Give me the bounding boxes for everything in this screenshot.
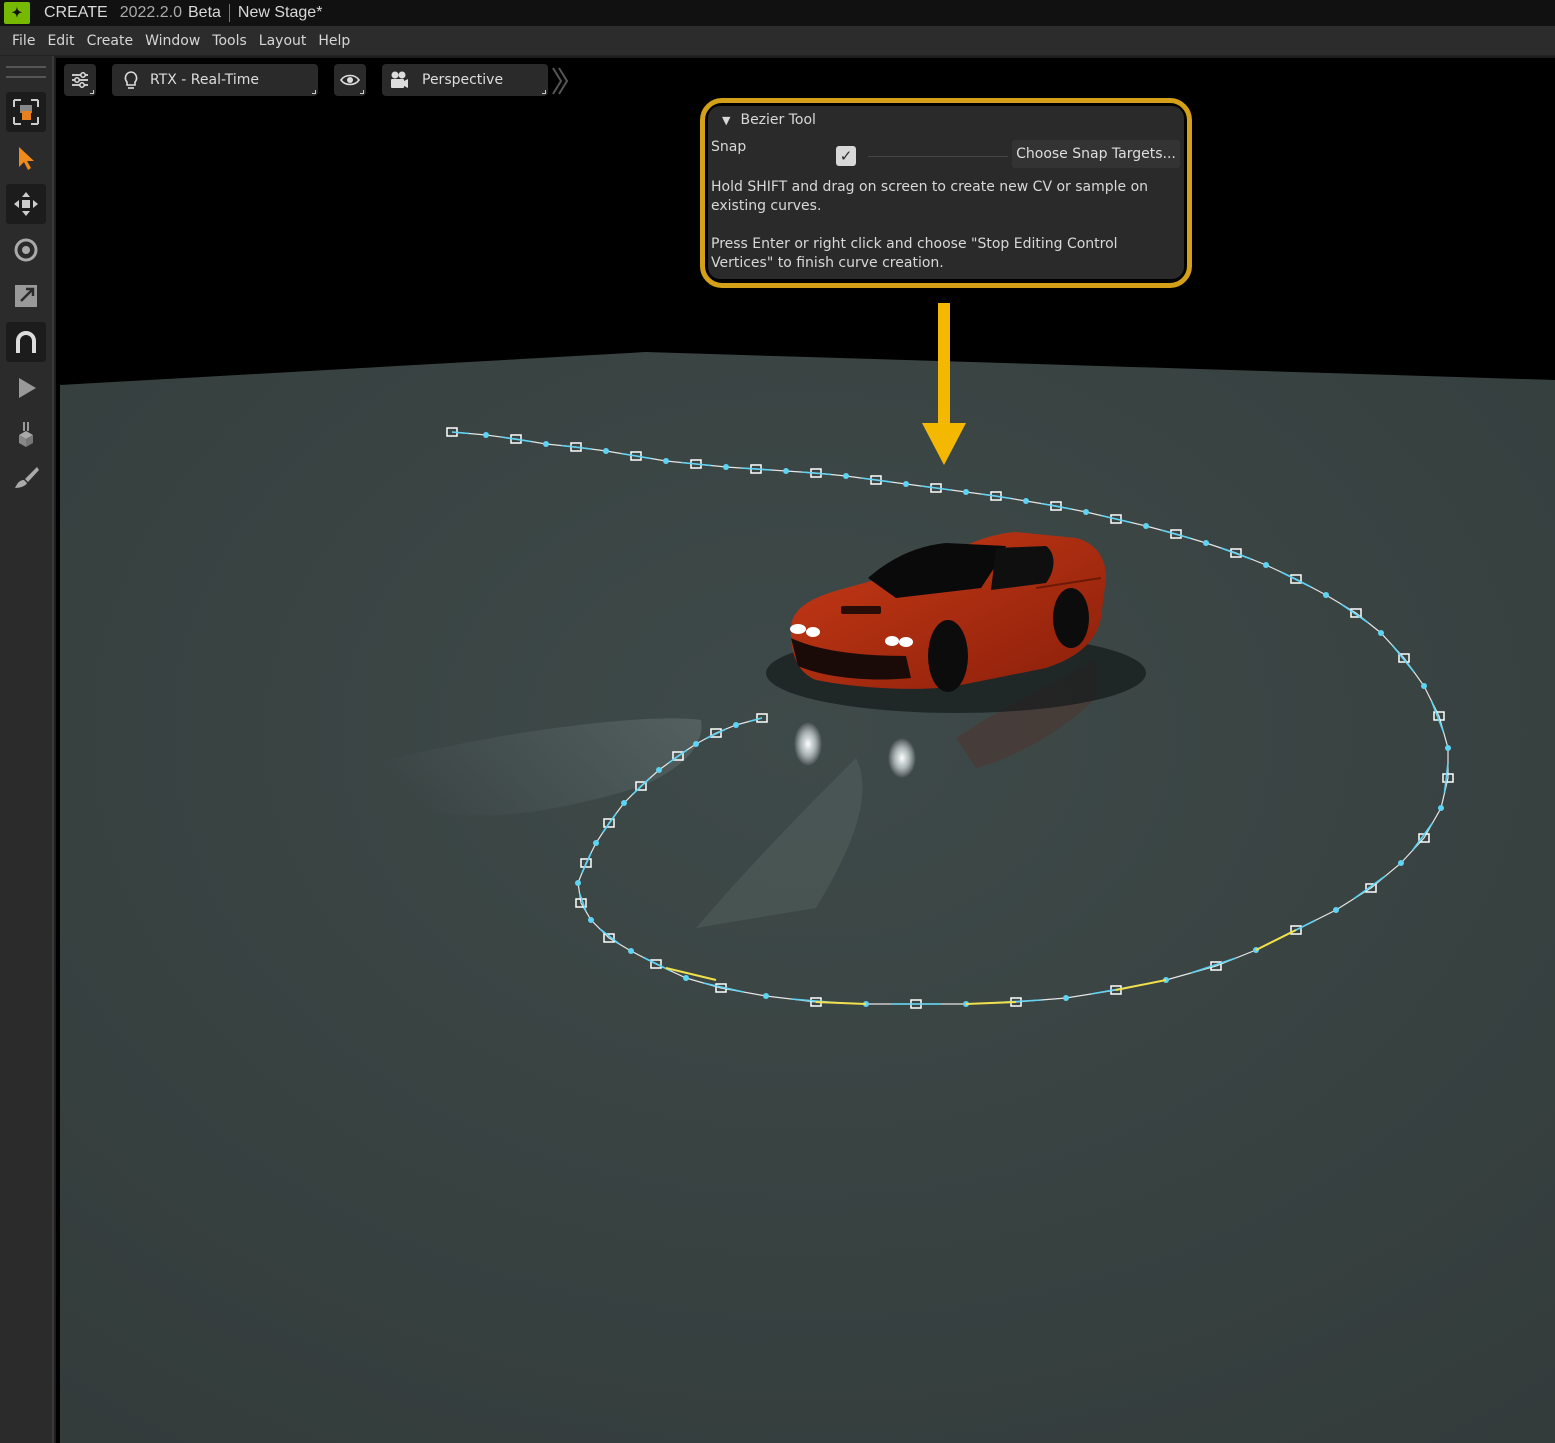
move-button[interactable] xyxy=(6,184,46,224)
title-bar: ✦ CREATE 2022.2.0 Beta New Stage* xyxy=(0,0,1555,26)
tangent-point[interactable] xyxy=(1323,592,1329,598)
lightbulb-icon xyxy=(124,71,138,89)
tangent-point[interactable] xyxy=(1143,523,1149,529)
menu-create[interactable]: Create xyxy=(81,33,140,49)
sliders-icon xyxy=(72,72,88,88)
tangent-point[interactable] xyxy=(693,741,699,747)
left-toolbar xyxy=(0,56,54,1443)
bezier-panel-header[interactable]: ▼ Bezier Tool xyxy=(722,112,816,128)
play-icon xyxy=(19,378,36,398)
tangent-point[interactable] xyxy=(543,441,549,447)
tangent-point[interactable] xyxy=(1445,745,1451,751)
tangent-point[interactable] xyxy=(483,432,489,438)
app-channel: Beta xyxy=(188,4,221,21)
tangent-point[interactable] xyxy=(575,880,581,886)
snap-magnet-icon xyxy=(16,331,36,353)
select-mode-button[interactable] xyxy=(6,92,46,132)
tangent-point[interactable] xyxy=(733,722,739,728)
select-mode-icon xyxy=(13,99,39,125)
document-title: New Stage* xyxy=(237,4,323,21)
drop-icon xyxy=(19,422,33,447)
tangent-point[interactable] xyxy=(783,468,789,474)
nvidia-logo-icon: ✦ xyxy=(4,2,30,24)
viewport-settings-button[interactable] xyxy=(64,64,96,96)
tangent-point[interactable] xyxy=(843,473,849,479)
tangent-point[interactable] xyxy=(1063,995,1069,1001)
scale-icon xyxy=(15,285,37,307)
menu-bar: File Edit Create Window Tools Layout Hel… xyxy=(0,26,1555,56)
tangent-point[interactable] xyxy=(1378,630,1384,636)
headlight-reflection-left xyxy=(794,722,822,766)
menu-file[interactable]: File xyxy=(6,33,41,49)
menu-layout[interactable]: Layout xyxy=(253,33,313,49)
scale-button[interactable] xyxy=(6,276,46,316)
menu-window[interactable]: Window xyxy=(139,33,206,49)
camera-button[interactable]: Perspective xyxy=(382,64,548,96)
camera-icon xyxy=(391,71,408,88)
bezier-tool-panel: ▼ Bezier Tool Snap ✓ Choose Snap Targets… xyxy=(708,106,1184,279)
tangent-point[interactable] xyxy=(628,948,634,954)
camera-label: Perspective xyxy=(422,72,504,88)
paint-brush-icon xyxy=(15,467,39,488)
tangent-point[interactable] xyxy=(656,767,662,773)
tangent-point[interactable] xyxy=(963,489,969,495)
collapse-triangle-icon[interactable]: ▼ xyxy=(722,114,730,127)
play-button[interactable] xyxy=(6,368,46,408)
viewport[interactable]: RTX - Real-Time Perspective ▼ Bezier Too… xyxy=(56,58,1555,1443)
tangent-point[interactable] xyxy=(621,800,627,806)
tangent-point[interactable] xyxy=(683,975,689,981)
app-name: CREATE xyxy=(44,4,108,21)
snap-divider xyxy=(868,156,1008,157)
move-icon xyxy=(14,192,38,216)
app-version: 2022.2.0 xyxy=(119,4,182,21)
eye-icon xyxy=(340,74,360,86)
rotate-icon xyxy=(14,238,38,262)
menu-edit[interactable]: Edit xyxy=(41,33,80,49)
snap-checkbox[interactable]: ✓ xyxy=(836,146,856,166)
tangent-point[interactable] xyxy=(723,464,729,470)
headlight-reflection-right xyxy=(888,738,916,778)
tangent-point[interactable] xyxy=(1203,540,1209,546)
callout-arrow-icon xyxy=(922,303,966,465)
tangent-point[interactable] xyxy=(603,448,609,454)
tangent-point[interactable] xyxy=(1263,562,1269,568)
tangent-point[interactable] xyxy=(663,458,669,464)
select-arrow-icon xyxy=(19,147,34,170)
choose-snap-targets-button[interactable]: Choose Snap Targets... xyxy=(1012,140,1180,168)
select-button[interactable] xyxy=(6,138,46,178)
menu-help[interactable]: Help xyxy=(312,33,356,49)
rotate-button[interactable] xyxy=(6,230,46,270)
snap-label: Snap xyxy=(711,139,747,155)
snap-button[interactable] xyxy=(6,322,46,362)
toolbar-grip[interactable] xyxy=(6,66,46,78)
tangent-point[interactable] xyxy=(593,840,599,846)
paint-button[interactable] xyxy=(6,458,46,498)
bezier-help-text-2: Press Enter or right click and choose "S… xyxy=(711,236,1118,271)
bezier-panel-title: Bezier Tool xyxy=(740,112,816,128)
tangent-point[interactable] xyxy=(1083,509,1089,515)
tangent-point[interactable] xyxy=(903,481,909,487)
tangent-point[interactable] xyxy=(1023,498,1029,504)
tangent-point[interactable] xyxy=(588,917,594,923)
tangent-point[interactable] xyxy=(1438,805,1444,811)
render-mode-button[interactable]: RTX - Real-Time xyxy=(112,64,318,96)
tangent-point[interactable] xyxy=(1398,860,1404,866)
visibility-button[interactable] xyxy=(334,64,366,96)
bezier-help-text-1: Hold SHIFT and drag on screen to create … xyxy=(711,179,1149,214)
tangent-point[interactable] xyxy=(1333,907,1339,913)
render-mode-label: RTX - Real-Time xyxy=(150,72,260,88)
menu-tools[interactable]: Tools xyxy=(206,33,253,49)
tangent-point[interactable] xyxy=(763,993,769,999)
expand-toolbar-icon[interactable] xyxy=(550,66,570,96)
title-separator xyxy=(228,4,230,22)
tangent-point[interactable] xyxy=(1421,683,1427,689)
drop-button[interactable] xyxy=(6,414,46,454)
